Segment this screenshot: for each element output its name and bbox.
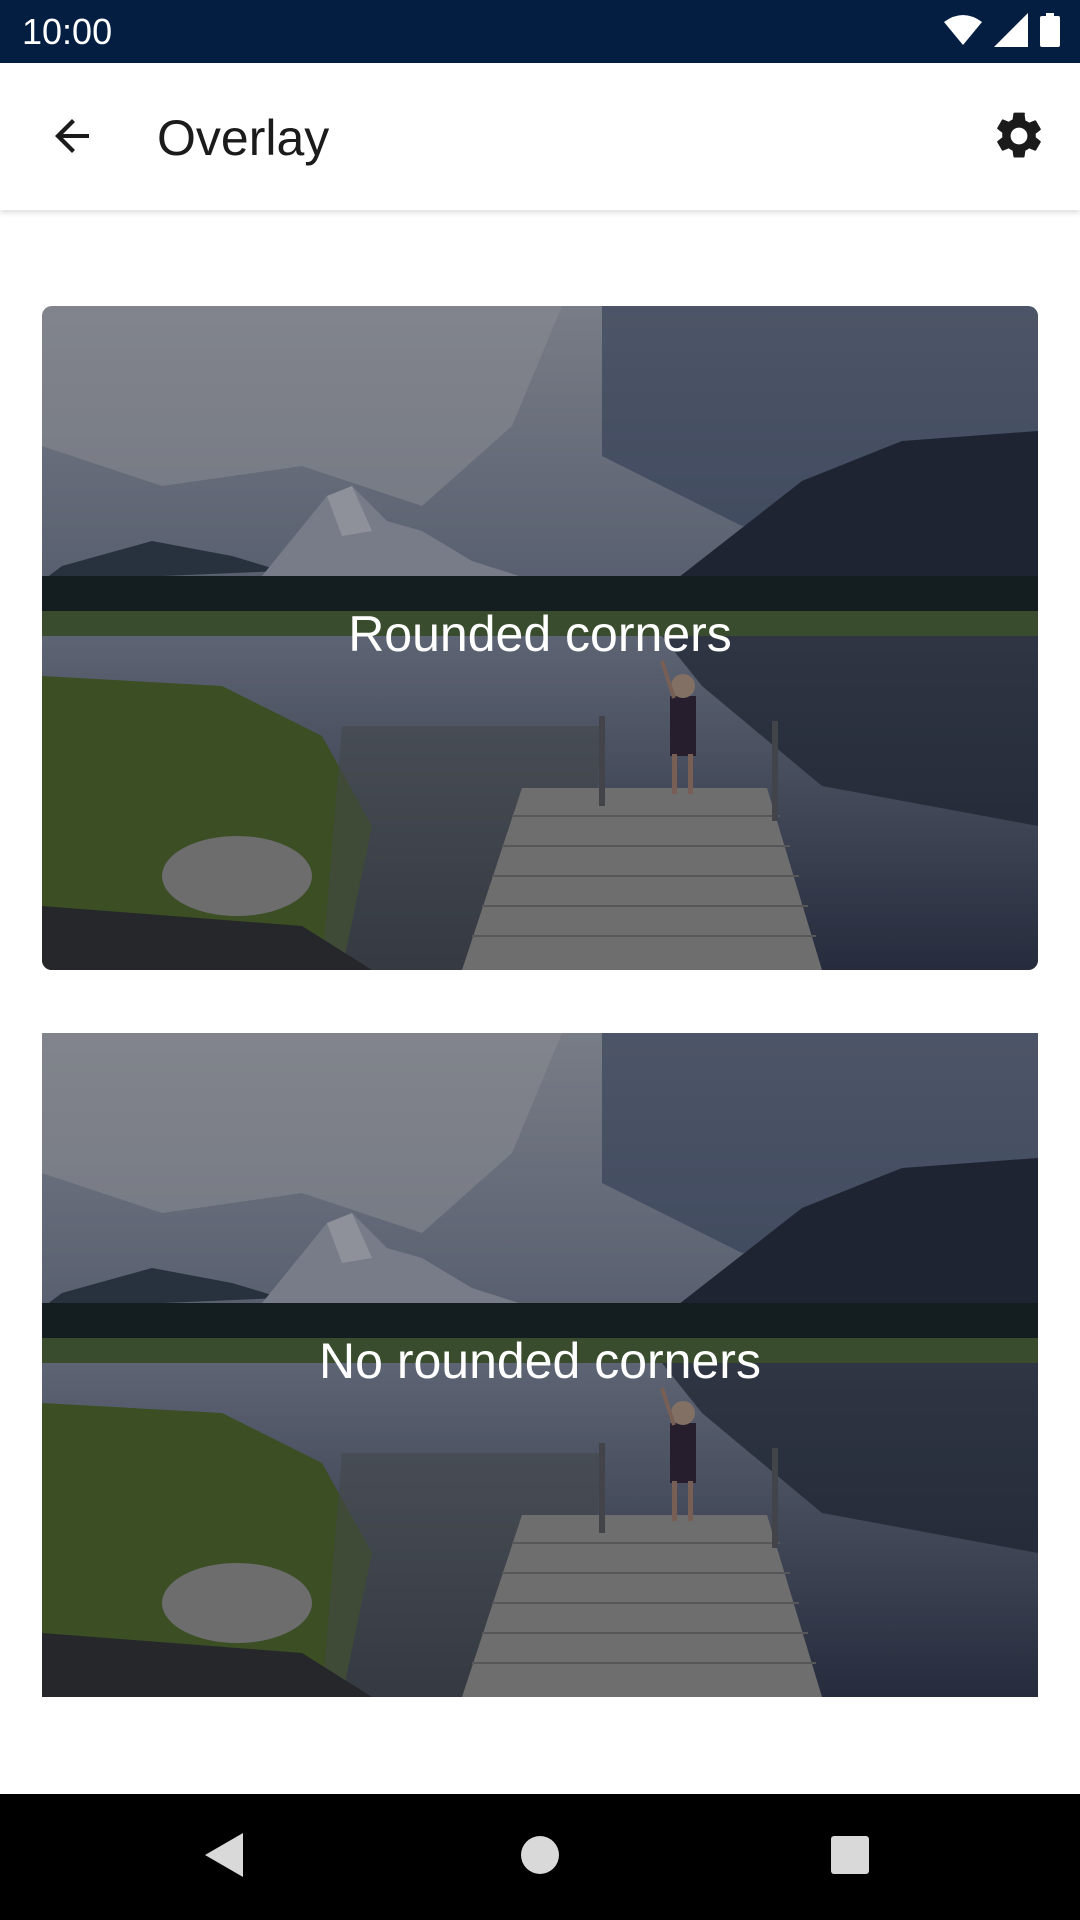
nav-back-button[interactable] [195, 1827, 255, 1887]
status-bar: 10:00 [0, 0, 1080, 63]
status-icons [944, 12, 1060, 52]
wifi-icon [944, 14, 982, 51]
gear-icon [991, 108, 1047, 169]
app-bar: Overlay [0, 63, 1080, 210]
back-button[interactable] [38, 103, 108, 173]
status-time: 10:00 [22, 11, 113, 52]
settings-button[interactable] [984, 103, 1054, 173]
nav-recents-button[interactable] [820, 1827, 880, 1887]
system-nav-bar [0, 1794, 1080, 1920]
card-label: Rounded corners [348, 606, 732, 662]
arrow-back-icon [49, 112, 97, 165]
card-label: No rounded corners [319, 1333, 761, 1389]
nav-home-button[interactable] [510, 1827, 570, 1887]
back-triangle-icon [203, 1831, 247, 1884]
cellular-signal-icon [994, 12, 1028, 52]
battery-icon [1040, 12, 1060, 52]
overlay-card-rounded[interactable]: Rounded corners [42, 306, 1038, 970]
page-title: Overlay [157, 110, 330, 166]
overlay-card-square[interactable]: No rounded corners [42, 1033, 1038, 1697]
recents-square-icon [830, 1835, 870, 1880]
home-circle-icon [520, 1835, 560, 1880]
